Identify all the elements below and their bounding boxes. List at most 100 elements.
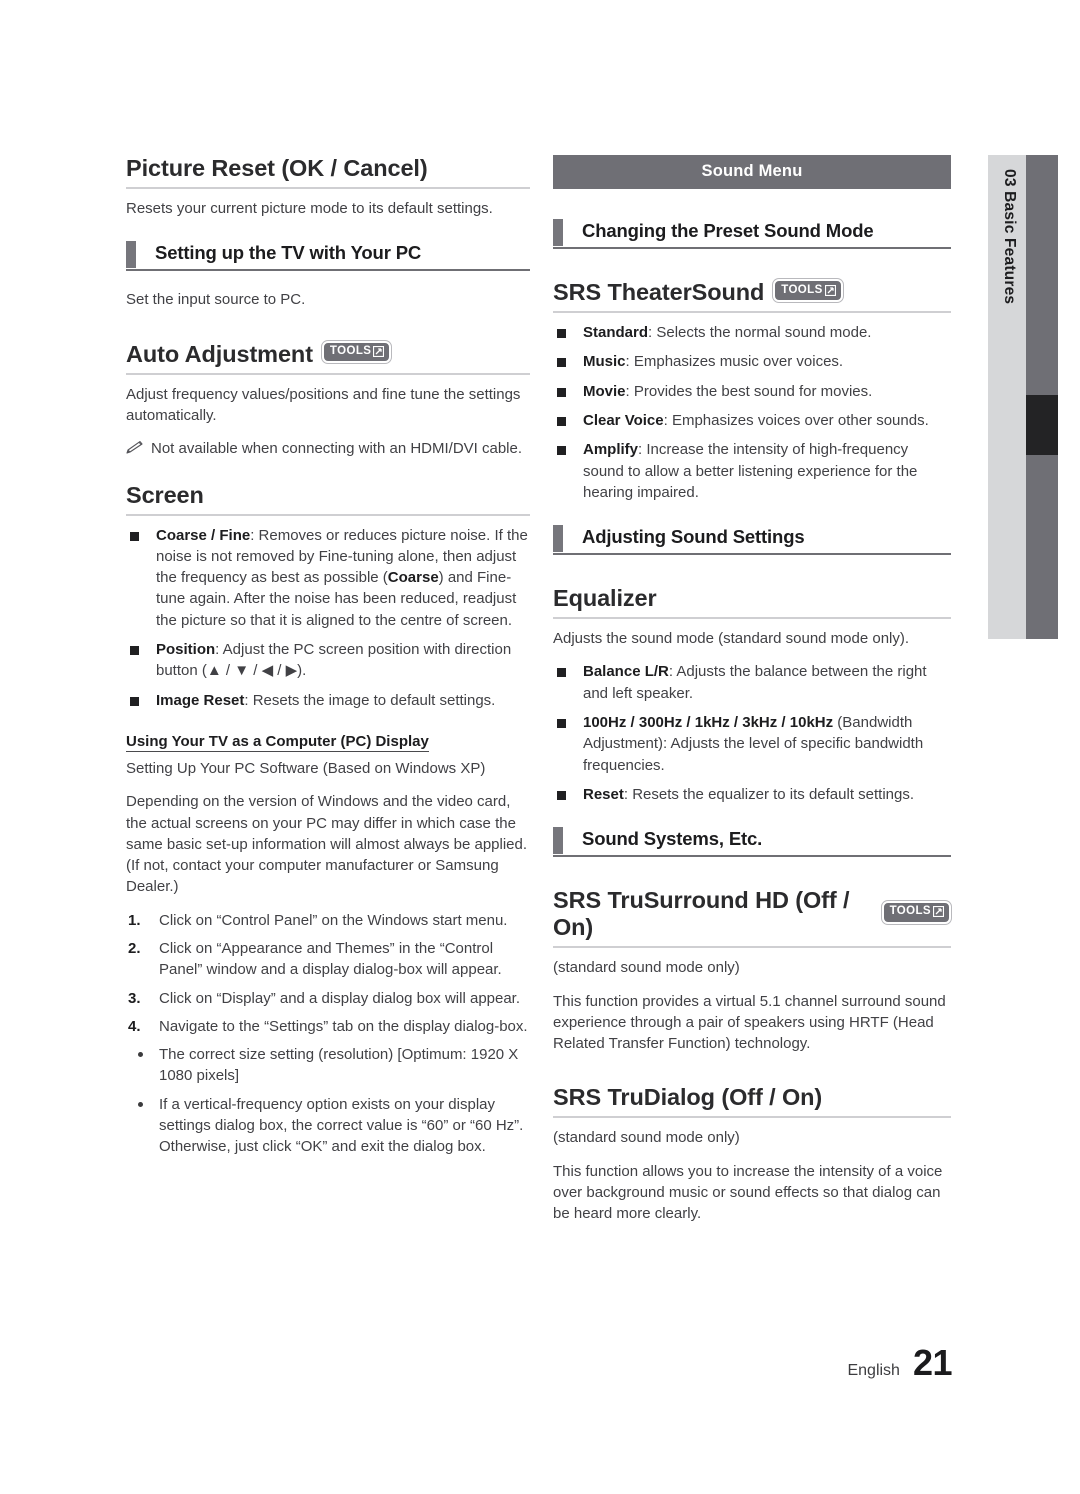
- heading-srs-trudialog-text: SRS TruDialog (Off / On): [553, 1084, 823, 1111]
- list-item: Music: Emphasizes music over voices.: [553, 351, 951, 372]
- heading-screen: Screen: [126, 482, 530, 514]
- list-item: Amplify: Increase the intensity of high-…: [553, 439, 951, 503]
- heading-equalizer: Equalizer: [553, 585, 951, 617]
- section-marker: [553, 827, 563, 855]
- list-item: If a vertical-frequency option exists on…: [126, 1094, 530, 1158]
- pencil-note-icon: [126, 441, 143, 454]
- divider: [553, 946, 951, 949]
- equalizer-item-2-term: Reset: [583, 785, 624, 803]
- manual-page: Picture Reset (OK / Cancel) Resets your …: [0, 0, 1080, 1494]
- pc-display-steps: Click on “Control Panel” on the Windows …: [126, 910, 530, 1038]
- tools-badge[interactable]: TOOLS: [881, 900, 951, 924]
- list-item: Click on “Display” and a display dialog …: [128, 988, 521, 1010]
- pc-display-para-1: Setting Up Your PC Software (Based on Wi…: [126, 759, 486, 777]
- divider: [553, 617, 951, 620]
- list-item: Reset: Resets the equalizer to its defau…: [553, 784, 951, 805]
- heading-picture-reset-text: Picture Reset (OK / Cancel): [126, 155, 428, 181]
- trusurround-body: This function provides a virtual 5.1 cha…: [553, 992, 946, 1053]
- sound-menu-banner: Sound Menu: [553, 155, 951, 189]
- list-item: Movie: Provides the best sound for movie…: [553, 381, 951, 402]
- heading-srs-theatersound-text: SRS TheaterSound: [553, 279, 765, 305]
- enter-arrow-icon: [933, 906, 944, 918]
- heading-srs-trusurround-text: SRS TruSurround HD (Off / On): [553, 887, 850, 941]
- theatersound-item-2-term: Movie: [583, 382, 626, 400]
- auto-adjustment-note-text: Not available when connecting with an HD…: [151, 440, 523, 458]
- theatersound-item-0-term: Standard: [583, 324, 649, 342]
- screen-item-0-term2: Coarse: [387, 569, 439, 587]
- section-marker: [553, 525, 563, 553]
- trudialog-body: This function allows you to increase the…: [553, 1162, 943, 1223]
- screen-item-2-text: : Resets the image to default settings.: [244, 691, 496, 709]
- section-adjusting-sound-label: Adjusting Sound Settings: [582, 526, 805, 548]
- equalizer-option-list: Balance L/R: Adjusts the balance between…: [553, 661, 951, 805]
- section-adjusting-sound-settings: Adjusting Sound Settings: [553, 525, 951, 556]
- heading-srs-trudialog: SRS TruDialog (Off / On): [553, 1084, 951, 1116]
- divider: [553, 1116, 951, 1119]
- chapter-label-panel: 03 Basic Features: [988, 155, 1026, 639]
- theatersound-item-0-text: : Selects the normal sound mode.: [648, 324, 872, 342]
- heading-equalizer-text: Equalizer: [553, 585, 657, 612]
- heading-auto-adjustment-text: Auto Adjustment: [126, 340, 313, 367]
- list-item: Clear Voice: Emphasizes voices over othe…: [553, 410, 951, 431]
- list-item: Navigate to the “Settings” tab on the di…: [128, 1016, 528, 1038]
- heading-srs-theatersound: SRS TheaterSound TOOLS: [553, 279, 951, 311]
- divider: [126, 187, 530, 190]
- section-changing-preset-label: Changing the Preset Sound Mode: [582, 220, 874, 241]
- section-marker: [553, 219, 563, 246]
- list-item: Click on “Appearance and Themes” in the …: [128, 938, 502, 979]
- pc-display-block: Using Your TV as a Computer (PC) Display…: [126, 733, 530, 1158]
- section-setting-up-tv-label: Setting up the TV with Your PC: [155, 242, 422, 264]
- screen-item-0-term: Coarse / Fine: [156, 526, 251, 544]
- list-item: Image Reset: Resets the image to default…: [126, 690, 530, 711]
- equalizer-item-1-term: 100Hz / 300Hz / 1kHz / 3kHz / 10kHz: [583, 714, 834, 731]
- heading-screen-text: Screen: [126, 481, 204, 508]
- auto-adjustment-note: Not available when connecting with an HD…: [126, 438, 530, 459]
- setting-up-tv-body: Set the input source to PC.: [126, 291, 306, 309]
- list-item: 100Hz / 300Hz / 1kHz / 3kHz / 10kHz (Ban…: [553, 712, 951, 776]
- theatersound-item-1-term: Music: [583, 353, 626, 371]
- theatersound-item-1-text: : Emphasizes music over voices.: [625, 353, 844, 371]
- right-column: Sound Menu Changing the Preset Sound Mod…: [553, 155, 951, 1237]
- auto-adjustment-body: Adjust frequency values/positions and fi…: [126, 385, 521, 424]
- screen-option-list: Coarse / Fine: Removes or reduces pictur…: [126, 525, 530, 711]
- enter-arrow-icon: [824, 284, 836, 296]
- pc-display-heading: Using Your TV as a Computer (PC) Display: [126, 732, 429, 752]
- list-item: Standard: Selects the normal sound mode.: [553, 322, 951, 343]
- tools-badge-label: TOOLS: [889, 905, 931, 918]
- list-item: Balance L/R: Adjusts the balance between…: [553, 661, 951, 704]
- divider: [553, 311, 951, 314]
- trudialog-note: (standard sound mode only): [553, 1129, 740, 1147]
- equalizer-body: Adjusts the sound mode (standard sound m…: [553, 630, 910, 648]
- heading-picture-reset: Picture Reset (OK / Cancel): [126, 155, 530, 187]
- footer-page-number: 21: [912, 1342, 953, 1383]
- screen-item-2-term: Image Reset: [156, 691, 245, 709]
- left-column: Picture Reset (OK / Cancel) Resets your …: [126, 155, 530, 1165]
- chapter-index-bar: [1026, 155, 1058, 639]
- section-setting-up-tv: Setting up the TV with Your PC: [126, 241, 530, 272]
- theatersound-item-2-text: : Provides the best sound for movies.: [625, 382, 873, 400]
- page-footer: English 21: [847, 1342, 952, 1384]
- theatersound-item-4-term: Amplify: [583, 441, 639, 459]
- pc-display-para-2: Depending on the version of Windows and …: [126, 793, 528, 896]
- section-sound-systems: Sound Systems, Etc.: [553, 827, 951, 858]
- theatersound-item-3-term: Clear Voice: [583, 411, 664, 429]
- list-item: Coarse / Fine: Removes or reduces pictur…: [126, 525, 530, 631]
- divider: [126, 372, 530, 375]
- screen-item-1-term: Position: [156, 641, 216, 659]
- enter-arrow-icon: [373, 346, 385, 358]
- trusurround-note: (standard sound mode only): [553, 959, 740, 977]
- equalizer-item-0-term: Balance L/R: [583, 663, 669, 681]
- pc-display-bullets: The correct size setting (resolution) [O…: [126, 1044, 530, 1157]
- tools-badge-label: TOOLS: [781, 283, 823, 296]
- list-item: The correct size setting (resolution) [O…: [126, 1044, 530, 1087]
- divider: [126, 513, 530, 516]
- heading-srs-trusurround: SRS TruSurround HD (Off / On) TOOLS: [553, 887, 951, 946]
- tools-badge[interactable]: TOOLS: [773, 279, 843, 302]
- tools-badge[interactable]: TOOLS: [321, 340, 392, 364]
- theatersound-item-3-text: : Emphasizes voices over other sounds.: [663, 411, 929, 429]
- chapter-label-text: 03 Basic Features: [1001, 169, 1018, 305]
- chapter-side-tab: 03 Basic Features: [988, 155, 1058, 639]
- equalizer-item-2-text: : Resets the equalizer to its default se…: [623, 785, 915, 803]
- picture-reset-body: Resets your current picture mode to its …: [126, 200, 493, 218]
- footer-language: English: [847, 1362, 900, 1379]
